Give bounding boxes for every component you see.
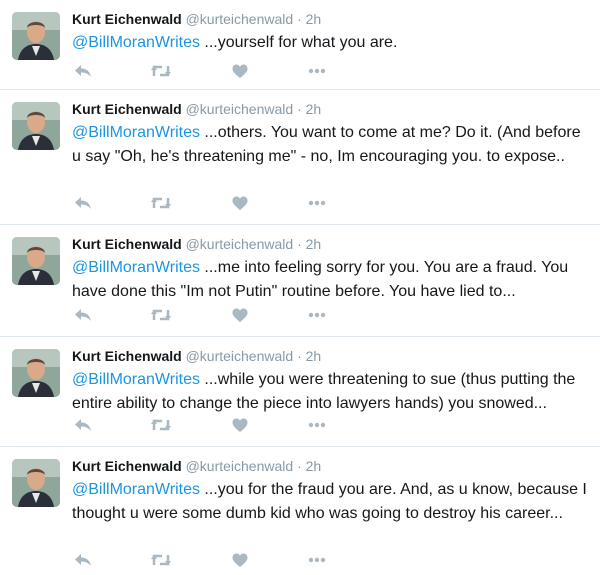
tweet-actions [72, 415, 352, 435]
author-name[interactable]: Kurt Eichenwald [72, 348, 182, 364]
avatar[interactable] [12, 12, 60, 60]
tweet[interactable]: Kurt Eichenwald @kurteichenwald · 2h @Bi… [0, 0, 600, 90]
reply-icon[interactable] [74, 415, 92, 435]
separator: · [297, 458, 302, 474]
avatar[interactable] [12, 459, 60, 507]
tweet-header: Kurt Eichenwald @kurteichenwald · 2h [72, 10, 321, 28]
tweet-header: Kurt Eichenwald @kurteichenwald · 2h [72, 347, 321, 365]
tweet[interactable]: Kurt Eichenwald @kurteichenwald · 2h @Bi… [0, 225, 600, 337]
author-name[interactable]: Kurt Eichenwald [72, 458, 182, 474]
retweet-icon[interactable] [150, 415, 172, 435]
more-icon[interactable] [308, 61, 326, 81]
author-handle[interactable]: @kurteichenwald [186, 236, 294, 252]
retweet-icon[interactable] [150, 550, 172, 570]
tweet-header: Kurt Eichenwald @kurteichenwald · 2h [72, 100, 321, 118]
mention-link[interactable]: @BillMoranWrites [72, 371, 200, 388]
tweet-text: @BillMoranWrites ...others. You want to … [72, 121, 592, 169]
tweet-header: Kurt Eichenwald @kurteichenwald · 2h [72, 457, 321, 475]
timestamp[interactable]: 2h [306, 348, 322, 364]
tweet-actions [72, 61, 352, 81]
tweet[interactable]: Kurt Eichenwald @kurteichenwald · 2h @Bi… [0, 337, 600, 447]
mention-link[interactable]: @BillMoranWrites [72, 481, 200, 498]
heart-icon[interactable] [232, 61, 248, 81]
tweet-text: @BillMoranWrites ...yourself for what yo… [72, 31, 592, 55]
more-icon[interactable] [308, 305, 326, 325]
author-name[interactable]: Kurt Eichenwald [72, 236, 182, 252]
retweet-icon[interactable] [150, 61, 172, 81]
reply-icon[interactable] [74, 61, 92, 81]
more-icon[interactable] [308, 193, 326, 213]
avatar[interactable] [12, 237, 60, 285]
mention-link[interactable]: @BillMoranWrites [72, 259, 200, 276]
tweet-text: @BillMoranWrites ...while you were threa… [72, 368, 592, 416]
author-handle[interactable]: @kurteichenwald [186, 101, 294, 117]
mention-link[interactable]: @BillMoranWrites [72, 34, 200, 51]
tweet-text: @BillMoranWrites ...me into feeling sorr… [72, 256, 592, 304]
more-icon[interactable] [308, 550, 326, 570]
tweet-text: @BillMoranWrites ...you for the fraud yo… [72, 478, 592, 526]
author-name[interactable]: Kurt Eichenwald [72, 11, 182, 27]
tweet-feed: Kurt Eichenwald @kurteichenwald · 2h @Bi… [0, 0, 600, 575]
heart-icon[interactable] [232, 193, 248, 213]
tweet[interactable]: Kurt Eichenwald @kurteichenwald · 2h @Bi… [0, 90, 600, 225]
separator: · [297, 236, 302, 252]
reply-icon[interactable] [74, 305, 92, 325]
tweet-actions [72, 193, 352, 213]
timestamp[interactable]: 2h [306, 11, 322, 27]
timestamp[interactable]: 2h [306, 101, 322, 117]
retweet-icon[interactable] [150, 305, 172, 325]
avatar[interactable] [12, 102, 60, 150]
reply-icon[interactable] [74, 550, 92, 570]
reply-icon[interactable] [74, 193, 92, 213]
author-handle[interactable]: @kurteichenwald [186, 458, 294, 474]
timestamp[interactable]: 2h [306, 458, 322, 474]
tweet-actions [72, 550, 352, 570]
tweet-body: ...yourself for what you are. [199, 34, 398, 51]
more-icon[interactable] [308, 415, 326, 435]
mention-link[interactable]: @BillMoranWrites [72, 124, 200, 141]
author-name[interactable]: Kurt Eichenwald [72, 101, 182, 117]
heart-icon[interactable] [232, 415, 248, 435]
separator: · [297, 11, 302, 27]
timestamp[interactable]: 2h [306, 236, 322, 252]
avatar[interactable] [12, 349, 60, 397]
separator: · [297, 101, 302, 117]
heart-icon[interactable] [232, 305, 248, 325]
author-handle[interactable]: @kurteichenwald [186, 11, 294, 27]
author-handle[interactable]: @kurteichenwald [186, 348, 294, 364]
separator: · [297, 348, 302, 364]
heart-icon[interactable] [232, 550, 248, 570]
retweet-icon[interactable] [150, 193, 172, 213]
tweet-header: Kurt Eichenwald @kurteichenwald · 2h [72, 235, 321, 253]
tweet-actions [72, 305, 352, 325]
tweet[interactable]: Kurt Eichenwald @kurteichenwald · 2h @Bi… [0, 447, 600, 575]
